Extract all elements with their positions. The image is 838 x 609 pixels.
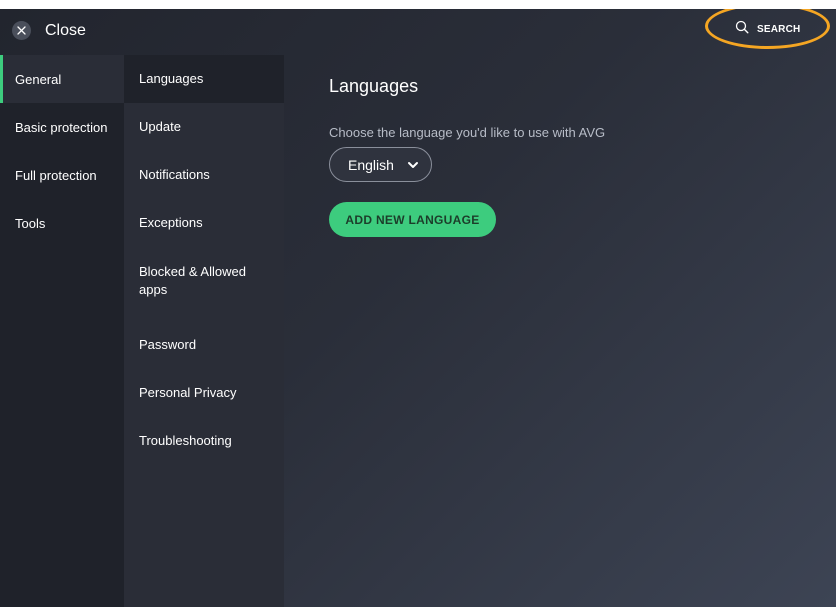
language-select[interactable]: English <box>329 147 432 182</box>
subnav-item-label: Update <box>139 119 181 134</box>
subnav-item-label: Exceptions <box>139 215 203 230</box>
nav-item-label: Tools <box>15 215 46 231</box>
subnav-item-personal-privacy[interactable]: Personal Privacy <box>124 369 284 417</box>
subnav-item-label: Personal Privacy <box>139 385 237 400</box>
nav-item-label: Basic protection <box>15 119 108 135</box>
nav-item-label: Full protection <box>15 167 97 183</box>
primary-nav: General Basic protection Full protection… <box>0 55 124 607</box>
close-label: Close <box>45 21 86 39</box>
secondary-nav: Languages Update Notifications Exception… <box>124 55 284 607</box>
language-selected-value: English <box>348 156 394 173</box>
close-button[interactable]: Close <box>12 21 86 40</box>
page-title: Languages <box>329 76 419 96</box>
subnav-item-blocked-allowed-apps[interactable]: Blocked & Allowed apps <box>124 251 284 311</box>
subnav-item-label: Blocked & Allowed apps <box>139 264 246 297</box>
nav-item-tools[interactable]: Tools <box>0 199 124 247</box>
nav-item-full-protection[interactable]: Full protection <box>0 151 124 199</box>
close-icon <box>12 21 31 40</box>
subnav-item-label: Languages <box>139 71 204 86</box>
subnav-item-password[interactable]: Password <box>124 321 284 369</box>
subnav-item-languages[interactable]: Languages <box>124 55 284 103</box>
header: Close SEARCH <box>0 9 836 55</box>
subnav-item-update[interactable]: Update <box>124 103 284 151</box>
search-label: SEARCH <box>757 24 801 35</box>
add-new-language-button[interactable]: ADD NEW LANGUAGE <box>329 202 496 237</box>
nav-item-basic-protection[interactable]: Basic protection <box>0 103 124 151</box>
subnav-item-label: Password <box>139 337 197 352</box>
chevron-down-icon <box>407 158 419 174</box>
settings-window: Close SEARCH General Basic protection Fu… <box>0 9 836 607</box>
subnav-item-label: Notifications <box>139 167 210 182</box>
subnav-item-notifications[interactable]: Notifications <box>124 151 284 199</box>
subnav-item-troubleshooting[interactable]: Troubleshooting <box>124 417 284 465</box>
nav-item-label: General <box>15 71 62 87</box>
language-description: Choose the language you'd like to use wi… <box>329 125 606 140</box>
subnav-item-label: Troubleshooting <box>139 433 232 448</box>
search-icon <box>735 20 749 39</box>
nav-item-general[interactable]: General <box>0 55 124 103</box>
search-button[interactable]: SEARCH <box>735 20 800 39</box>
subnav-item-exceptions[interactable]: Exceptions <box>124 199 284 247</box>
